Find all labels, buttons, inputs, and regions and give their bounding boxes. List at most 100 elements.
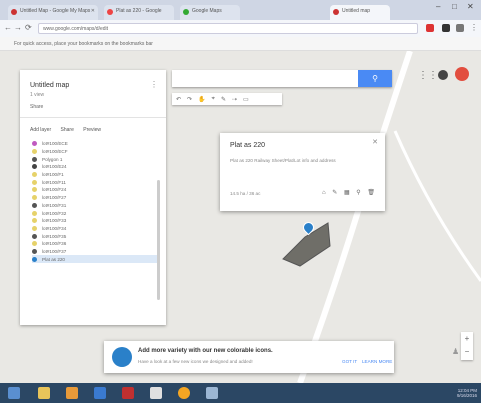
scrollbar[interactable]	[157, 180, 160, 300]
layer-item[interactable]: lot#100/ECE	[32, 140, 160, 148]
hand-icon[interactable]: ✋	[198, 96, 205, 103]
layer-item[interactable]: lot#100/F1	[32, 171, 160, 179]
edit-icon[interactable]: ✎	[332, 190, 337, 196]
close-window-icon[interactable]: ✕	[467, 2, 474, 11]
layer-item[interactable]: lot#100/F33	[32, 217, 160, 225]
notifications-icon[interactable]	[438, 70, 448, 80]
layer-color-icon[interactable]	[32, 179, 37, 185]
word-icon[interactable]	[94, 387, 106, 399]
layer-item[interactable]: lot#100/F32	[32, 209, 160, 217]
layer-color-icon[interactable]	[32, 256, 37, 262]
layer-item[interactable]: lot#100/ECF	[32, 148, 160, 156]
info-icon	[112, 347, 132, 367]
browser-tab-active[interactable]: Untitled map	[330, 5, 390, 20]
back-icon[interactable]: ←	[4, 23, 12, 32]
layer-item[interactable]: lot#100/E24	[32, 163, 160, 171]
forward-icon[interactable]: →	[14, 23, 22, 32]
draw-line-icon[interactable]: ✎	[221, 96, 226, 103]
layer-color-icon[interactable]	[32, 218, 37, 224]
extension-icon[interactable]	[442, 24, 450, 32]
acrobat-icon[interactable]	[122, 387, 134, 399]
got-it-button[interactable]: GOT IT	[342, 359, 357, 364]
zoom-in-button[interactable]: +	[461, 332, 473, 345]
undo-icon[interactable]: ↶	[176, 96, 181, 103]
reload-icon[interactable]: ⟳	[25, 23, 32, 32]
url-field[interactable]: www.google.com/maps/d/edit	[38, 23, 418, 34]
delete-icon[interactable]: 🗑	[367, 190, 375, 196]
directions-icon[interactable]: ⚲	[356, 190, 360, 196]
paint-icon[interactable]	[150, 387, 162, 399]
layer-color-icon[interactable]	[32, 225, 37, 231]
photo-icon[interactable]: ▦	[344, 190, 350, 196]
layer-color-icon[interactable]	[32, 149, 37, 155]
share-button[interactable]: Share	[61, 127, 74, 133]
system-clock[interactable]: 12:04 PM 9/16/2016	[457, 388, 477, 398]
layer-item[interactable]: lot#100/F24	[32, 186, 160, 194]
search-icon: ⚲	[372, 74, 378, 83]
minimize-icon[interactable]: –	[436, 2, 440, 11]
media-player-icon[interactable]	[66, 387, 78, 399]
search-button[interactable]: ⚲	[358, 70, 392, 87]
drawing-toolbar: ↶ ↷ ✋ ⌖ ✎ ⇢ ▭	[172, 93, 282, 105]
layer-color-icon[interactable]	[32, 141, 37, 147]
maximize-icon[interactable]: □	[452, 2, 457, 11]
layer-item[interactable]: lot#100/F34	[32, 225, 160, 233]
layer-item[interactable]: lot#100/F27	[32, 194, 160, 202]
browser-tab[interactable]: Plat as 220 - Google	[104, 5, 174, 20]
layer-color-icon[interactable]	[32, 241, 37, 247]
layer-item[interactable]: lot#100/F31	[32, 202, 160, 210]
feature-measurement: 14.5 ha / 36 ac	[230, 191, 261, 196]
browser-tab[interactable]: Google Maps	[180, 5, 240, 20]
add-layer-button[interactable]: Add layer	[30, 127, 51, 133]
bookmarks-bar: For quick access, place your bookmarks o…	[0, 37, 481, 51]
layer-color-icon[interactable]	[32, 187, 37, 193]
layer-color-icon[interactable]	[32, 248, 37, 254]
layer-color-icon[interactable]	[32, 156, 37, 162]
layer-label: lot#100/F27	[42, 195, 67, 201]
layer-color-icon[interactable]	[32, 195, 37, 201]
layer-item[interactable]: lot#100/F11	[32, 178, 160, 186]
measure-icon[interactable]: ▭	[243, 96, 249, 103]
panel-menu-icon[interactable]: ⋮	[150, 80, 158, 89]
share-link[interactable]: Share	[30, 104, 43, 110]
directions-icon[interactable]: ⇢	[232, 96, 237, 103]
account-avatar[interactable]	[455, 67, 469, 81]
preview-button[interactable]: Preview	[83, 127, 101, 133]
browser-tab-bar: Untitled Map - Google My Maps ✕ Plat as …	[0, 0, 481, 20]
menu-icon[interactable]: ⋮	[470, 23, 478, 32]
extension-icon[interactable]	[426, 24, 434, 32]
apps-grid-icon[interactable]: ⋮⋮	[418, 70, 438, 81]
start-icon[interactable]	[8, 387, 20, 399]
learn-more-link[interactable]: LEARN MORE	[362, 359, 392, 364]
chrome-icon[interactable]	[178, 387, 190, 399]
banner-title: Add more variety with our new colorable …	[138, 348, 273, 354]
layer-item[interactable]: lot#100/F35	[32, 232, 160, 240]
layer-color-icon[interactable]	[32, 233, 37, 239]
redo-icon[interactable]: ↷	[187, 96, 192, 103]
layer-label: lot#100/F33	[42, 218, 67, 224]
layer-item[interactable]: Plat as 220	[32, 255, 160, 263]
layer-label: lot#100/F31	[42, 202, 67, 208]
favicon-icon	[183, 9, 189, 15]
pegman-icon[interactable]: ♟	[452, 347, 459, 356]
layer-label: Polygon 1	[42, 156, 63, 162]
favicon-icon	[107, 9, 113, 15]
layer-color-icon[interactable]	[32, 164, 37, 170]
zoom-out-button[interactable]: −	[461, 345, 473, 358]
layer-item[interactable]: lot#100/F37	[32, 248, 160, 256]
style-icon[interactable]: ⌂	[322, 190, 326, 196]
add-marker-icon[interactable]: ⌖	[212, 96, 215, 103]
close-icon[interactable]: ✕	[372, 138, 378, 146]
map-title[interactable]: Untitled map	[30, 82, 69, 89]
layer-item[interactable]: lot#100/F36	[32, 240, 160, 248]
file-explorer-icon[interactable]	[38, 387, 50, 399]
layer-item[interactable]: Polygon 1	[32, 155, 160, 163]
browser-tab[interactable]: Untitled Map - Google My Maps ✕	[8, 5, 98, 20]
layer-color-icon[interactable]	[32, 202, 37, 208]
close-tab-icon[interactable]: ✕	[91, 8, 95, 14]
layer-color-icon[interactable]	[32, 210, 37, 216]
announcement-banner: Add more variety with our new colorable …	[104, 341, 394, 373]
app-icon[interactable]	[206, 387, 218, 399]
extension-icon[interactable]	[456, 24, 464, 32]
layer-color-icon[interactable]	[32, 172, 37, 178]
